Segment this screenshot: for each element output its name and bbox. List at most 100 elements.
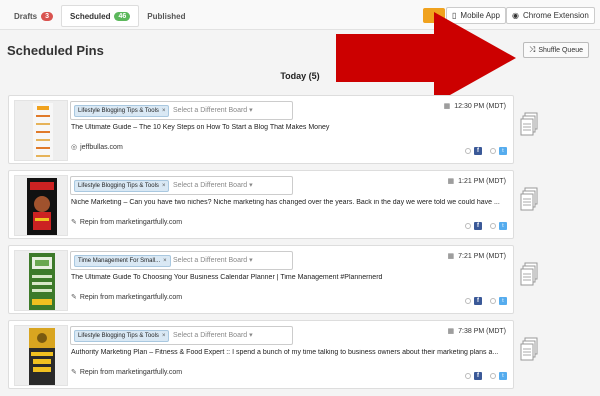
calendar-icon: ▦ [443, 103, 451, 110]
board-select-placeholder[interactable]: Select a Different Board ▾ [173, 331, 253, 339]
pin-description[interactable]: The Ultimate Guide – The 10 Key Steps on… [71, 124, 511, 131]
twitter-checkbox[interactable] [490, 148, 496, 154]
scheduled-time-label: 12:30 PM (MDT) [454, 102, 506, 110]
share-options: f t [457, 222, 507, 230]
scheduled-time-label: 1:21 PM (MDT) [458, 177, 506, 185]
remove-board-icon[interactable]: × [163, 258, 167, 264]
pin-icon: ✎ [71, 294, 77, 301]
twitter-checkbox[interactable] [490, 223, 496, 229]
tab-drafts-label: Drafts [14, 11, 38, 21]
pin-description[interactable]: The Ultimate Guide To Choosing Your Busi… [71, 274, 511, 281]
pin-stack-icon[interactable] [520, 262, 538, 286]
pin-icon: ✎ [71, 369, 77, 376]
pin-source-label: jeffbullas.com [80, 143, 123, 151]
tab-drafts[interactable]: Drafts 3 [6, 5, 61, 27]
board-tag: Time Management For Small... × [74, 255, 171, 267]
share-options: f t [457, 372, 507, 380]
scheduled-time[interactable]: ▦ 12:30 PM (MDT) [443, 102, 506, 111]
share-options: f t [457, 147, 507, 155]
pin-description[interactable]: Authority Marketing Plan – Fitness & Foo… [71, 349, 511, 356]
pin-card: Lifestyle Blogging Tips & Tools × Select… [8, 95, 514, 164]
calendar-icon: ▦ [447, 253, 455, 260]
pin-source-label: Repin from marketingartfully.com [79, 368, 183, 376]
globe-icon: ◎ [71, 144, 78, 151]
twitter-checkbox[interactable] [490, 298, 496, 304]
facebook-icon: f [474, 372, 482, 380]
pin-source: ◎ jeffbullas.com [71, 143, 123, 152]
facebook-icon: f [474, 297, 482, 305]
shuffle-icon: ⤨ [528, 45, 536, 54]
tab-published[interactable]: Published [139, 5, 193, 27]
facebook-checkbox[interactable] [465, 373, 471, 379]
pin-source: ✎ Repin from marketingartfully.com [71, 368, 183, 377]
scheduled-time[interactable]: ▦ 1:21 PM (MDT) [447, 177, 506, 186]
facebook-checkbox[interactable] [465, 298, 471, 304]
scheduled-time-label: 7:21 PM (MDT) [458, 252, 506, 260]
pin-source: ✎ Repin from marketingartfully.com [71, 293, 183, 302]
twitter-icon: t [499, 147, 507, 155]
pin-stack-icon[interactable] [520, 337, 538, 361]
pin-image [27, 178, 57, 235]
remove-board-icon[interactable]: × [162, 108, 166, 114]
pin-source-label: Repin from marketingartfully.com [79, 293, 183, 301]
facebook-checkbox[interactable] [465, 223, 471, 229]
scheduled-time[interactable]: ▦ 7:21 PM (MDT) [447, 252, 506, 261]
drafts-count-badge: 3 [41, 11, 54, 21]
board-tag-label: Time Management For Small... [78, 258, 161, 264]
page-title: Scheduled Pins [7, 43, 104, 58]
chrome-extension-button[interactable]: ◉ Chrome Extension [506, 7, 595, 24]
scheduled-time[interactable]: ▦ 7:38 PM (MDT) [447, 327, 506, 336]
pin-card: Lifestyle Blogging Tips & Tools × Select… [8, 170, 514, 239]
board-selector[interactable]: Lifestyle Blogging Tips & Tools × Select… [70, 326, 293, 345]
remove-board-icon[interactable]: × [162, 333, 166, 339]
pin-source: ✎ Repin from marketingartfully.com [71, 218, 183, 227]
calendar-icon: ▦ [447, 178, 455, 185]
pin-description[interactable]: Niche Marketing – Can you have two niche… [71, 199, 511, 206]
facebook-checkbox[interactable] [465, 148, 471, 154]
calendar-icon: ▦ [447, 328, 455, 335]
pin-image [29, 328, 55, 385]
twitter-icon: t [499, 222, 507, 230]
pin-image [33, 103, 53, 160]
pin-thumbnail[interactable] [14, 100, 68, 161]
pin-card: Lifestyle Blogging Tips & Tools × Select… [8, 320, 514, 389]
facebook-icon: f [474, 222, 482, 230]
twitter-icon: t [499, 372, 507, 380]
pin-stack-icon[interactable] [520, 112, 538, 136]
shuffle-queue-button[interactable]: ⤨ Shuffle Queue [523, 42, 589, 58]
scheduled-time-label: 7:38 PM (MDT) [458, 327, 506, 335]
pin-stack-icon[interactable] [520, 187, 538, 211]
pin-source-label: Repin from marketingartfully.com [79, 218, 183, 226]
board-select-placeholder[interactable]: Select a Different Board ▾ [173, 181, 253, 189]
board-select-placeholder[interactable]: Select a Different Board ▾ [173, 256, 253, 264]
tab-published-label: Published [147, 11, 186, 21]
tab-scheduled[interactable]: Scheduled 46 [61, 5, 140, 27]
facebook-icon: f [474, 147, 482, 155]
scheduled-count-badge: 46 [114, 11, 131, 21]
remove-board-icon[interactable]: × [162, 183, 166, 189]
board-tag-label: Lifestyle Blogging Tips & Tools [78, 333, 159, 339]
pin-card: Time Management For Small... × Select a … [8, 245, 514, 314]
board-tag-label: Lifestyle Blogging Tips & Tools [78, 183, 159, 189]
twitter-icon: t [499, 297, 507, 305]
pin-thumbnail[interactable] [14, 250, 68, 311]
share-options: f t [457, 297, 507, 305]
status-tabs: Drafts 3 Scheduled 46 Published [6, 5, 194, 27]
board-select-placeholder[interactable]: Select a Different Board ▾ [173, 106, 253, 114]
shuffle-queue-label: Shuffle Queue [538, 46, 584, 54]
board-tag-label: Lifestyle Blogging Tips & Tools [78, 108, 159, 114]
board-tag: Lifestyle Blogging Tips & Tools × [74, 105, 170, 117]
pin-thumbnail[interactable] [14, 175, 68, 236]
pin-image [29, 253, 55, 310]
board-tag: Lifestyle Blogging Tips & Tools × [74, 180, 170, 192]
chrome-extension-label: Chrome Extension [522, 11, 589, 20]
pin-thumbnail[interactable] [14, 325, 68, 386]
board-tag: Lifestyle Blogging Tips & Tools × [74, 330, 170, 342]
tab-scheduled-label: Scheduled [70, 11, 111, 21]
red-arrow-annotation [336, 12, 516, 104]
board-selector[interactable]: Lifestyle Blogging Tips & Tools × Select… [70, 176, 293, 195]
board-selector[interactable]: Time Management For Small... × Select a … [70, 251, 293, 270]
twitter-checkbox[interactable] [490, 373, 496, 379]
board-selector[interactable]: Lifestyle Blogging Tips & Tools × Select… [70, 101, 293, 120]
pin-icon: ✎ [71, 219, 77, 226]
